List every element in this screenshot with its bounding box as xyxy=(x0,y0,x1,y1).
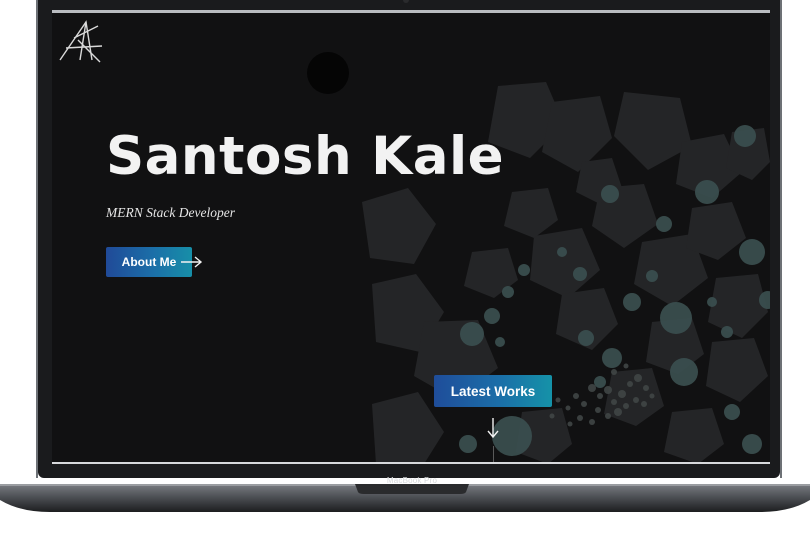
santosh-kale-monogram-logo[interactable] xyxy=(56,16,106,66)
screen-bottom-edge xyxy=(52,462,770,464)
latest-works-button[interactable]: Latest Works xyxy=(434,375,552,407)
arrow-down-icon[interactable] xyxy=(484,416,502,440)
about-me-label: About Me xyxy=(121,255,177,269)
macbook-pro-label: MacBook Pro xyxy=(386,476,438,485)
hero-title: Santosh Kale xyxy=(106,126,505,187)
screen-top-edge xyxy=(52,10,770,13)
latest-works-label: Latest Works xyxy=(450,383,536,399)
background-pentagon-shapes xyxy=(307,52,770,464)
arrow-right-icon xyxy=(181,256,203,268)
laptop-screen: Santosh Kale MERN Stack Developer About … xyxy=(52,12,770,464)
hero-subtitle: MERN Stack Developer xyxy=(106,205,235,220)
